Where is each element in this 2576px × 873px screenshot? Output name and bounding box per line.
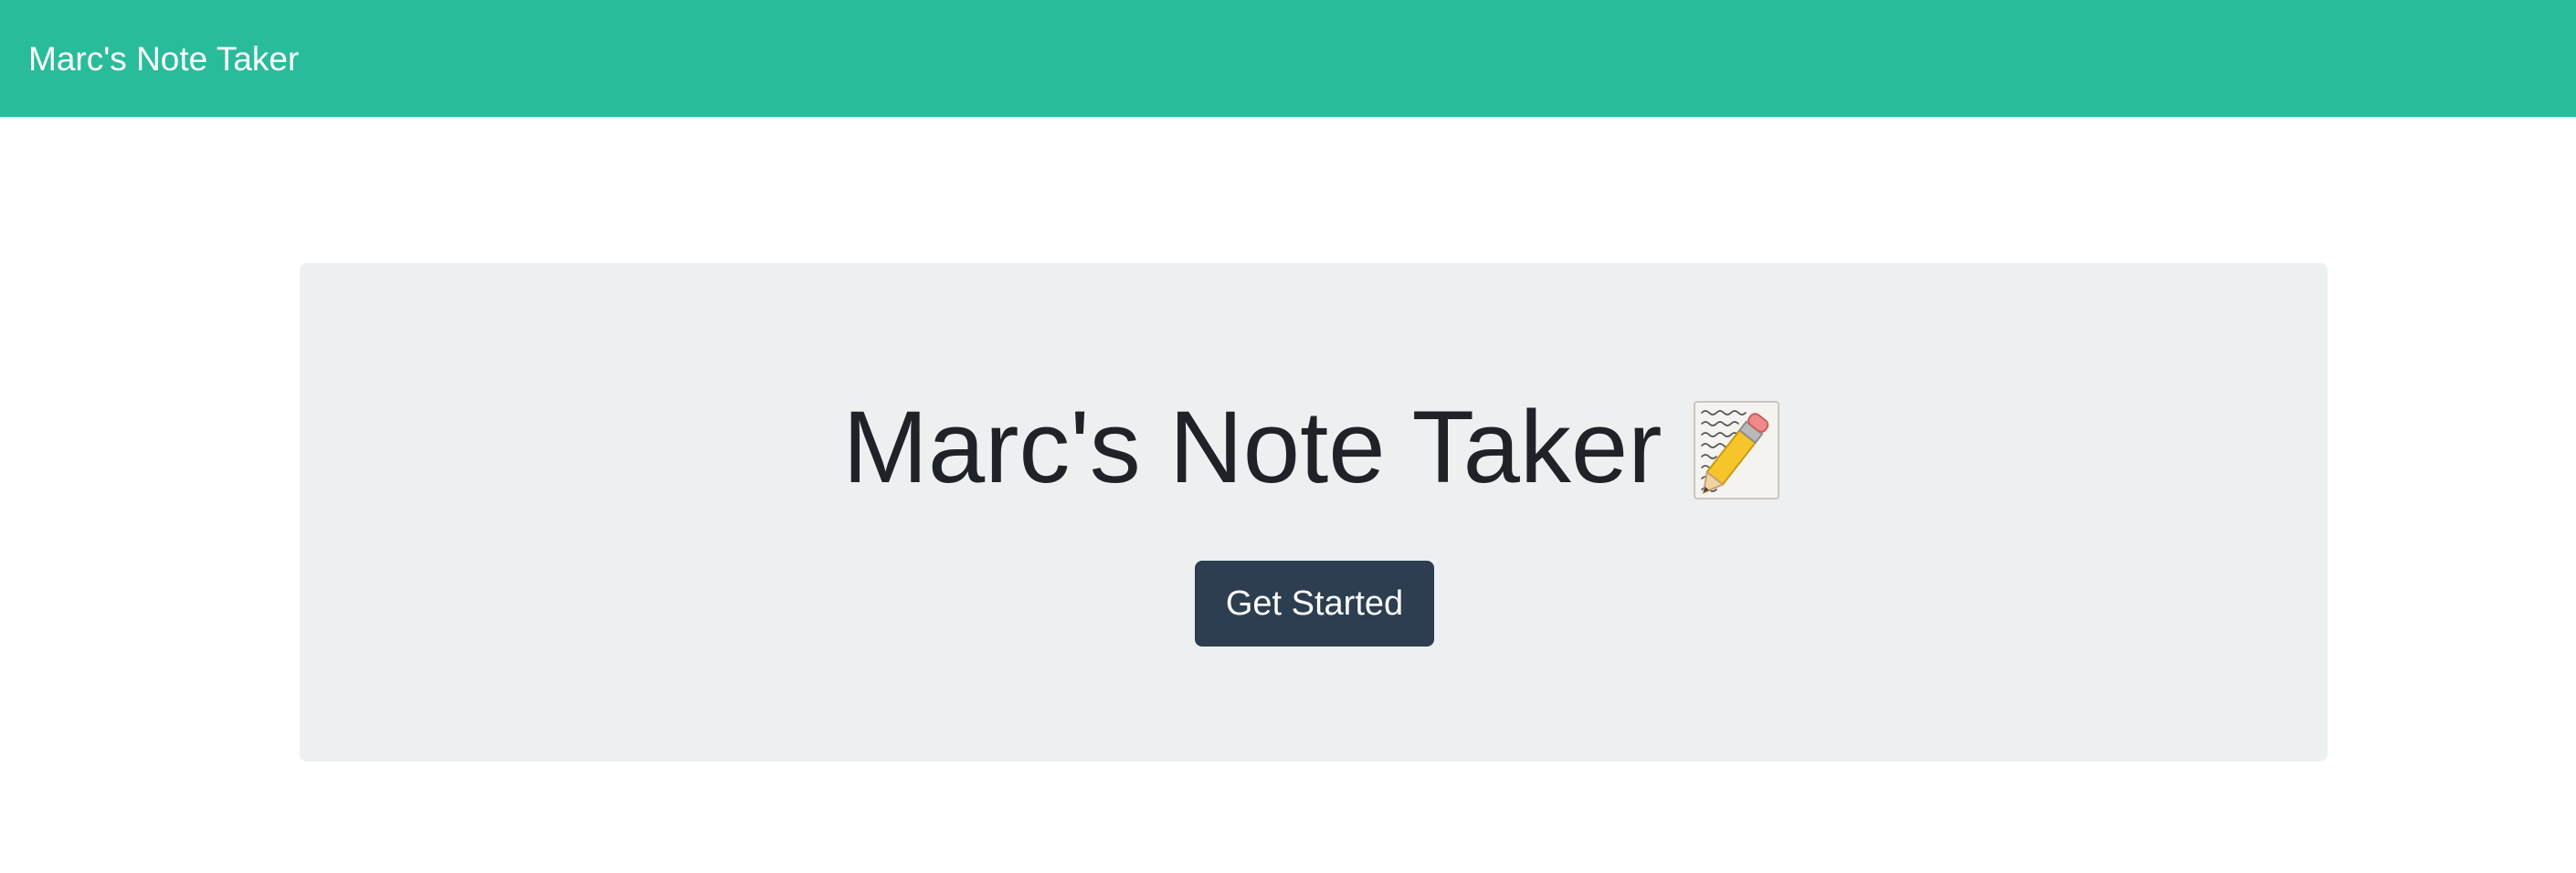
get-started-button[interactable]: Get Started [1195,561,1434,647]
navbar: Marc's Note Taker [0,0,2576,117]
jumbotron: Marc's Note Taker Get Started [300,263,2328,762]
hero-heading: Marc's Note Taker [300,393,2328,502]
navbar-brand[interactable]: Marc's Note Taker [28,42,299,76]
page-title: Marc's Note Taker [842,390,1663,504]
memo-icon [1693,400,1784,502]
